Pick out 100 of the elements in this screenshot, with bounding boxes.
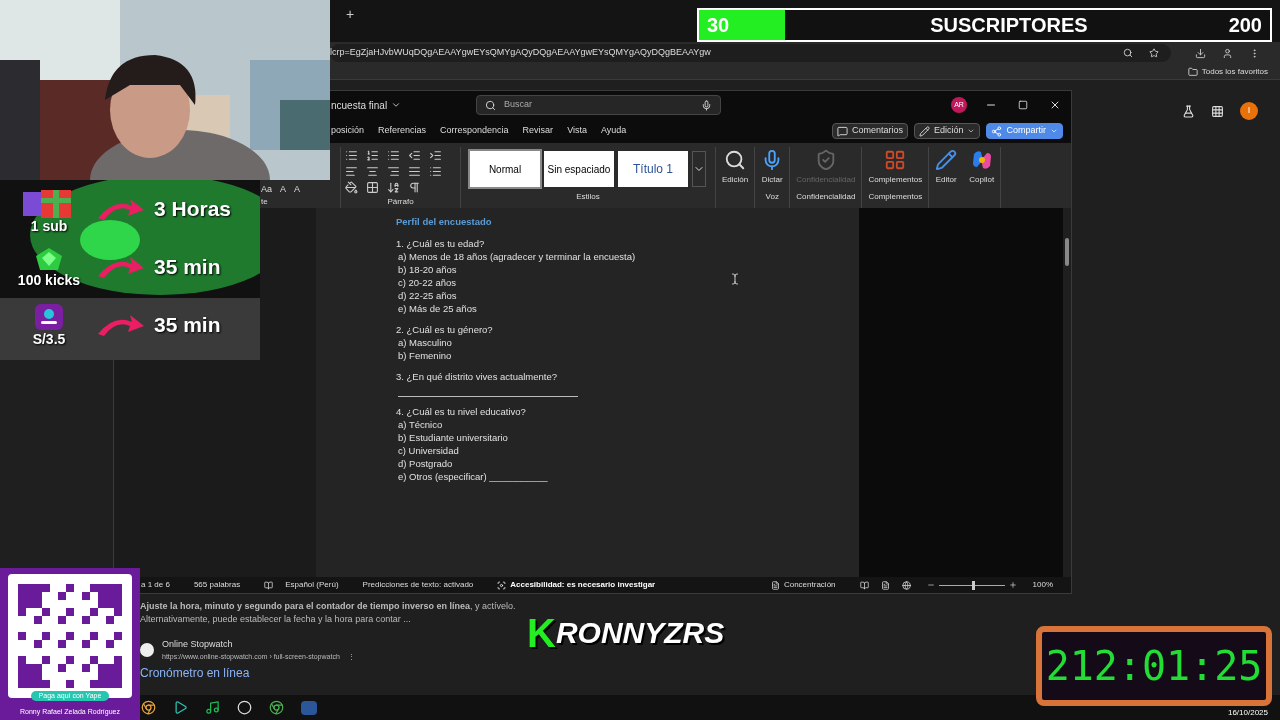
bullets-icon[interactable]: [345, 148, 358, 162]
comment-icon: [836, 125, 848, 137]
ribbon-tab[interactable]: Referencias: [378, 124, 427, 138]
editing-button[interactable]: Edición: [913, 123, 981, 139]
numbering-icon[interactable]: [366, 148, 379, 162]
comments-button[interactable]: Comentarios: [831, 123, 908, 139]
search-icon: [724, 149, 747, 171]
ribbon-button[interactable]: Dictar: [761, 147, 784, 191]
answer-option: c) 20-22 años: [396, 276, 457, 289]
site-name: Online Stopwatch: [162, 638, 234, 651]
outdent-icon[interactable]: [408, 148, 421, 162]
accessibility-status: Accesibilidad: es necesario investigar: [497, 579, 656, 591]
ribbon-tab[interactable]: Vista: [567, 124, 587, 138]
maximize-icon[interactable]: [1018, 100, 1028, 110]
style-option[interactable]: Título 1: [618, 151, 688, 187]
font-size-control[interactable]: Aa: [261, 184, 272, 195]
document-title[interactable]: ncuesta final: [331, 97, 476, 113]
section-heading: Perfil del encuestado: [396, 215, 493, 228]
ribbon-tab[interactable]: Correspondencia: [440, 124, 509, 138]
answer-option: b) Estudiante universitario: [396, 431, 508, 444]
ribbon-button[interactable]: Editor: [935, 147, 958, 191]
shading-icon[interactable]: [345, 181, 358, 195]
answer-option: d) Postgrado: [396, 457, 453, 470]
ribbon-button[interactable]: Edición: [722, 147, 749, 191]
apps-icon[interactable]: [1211, 104, 1224, 118]
read-mode-icon[interactable]: [859, 580, 869, 590]
result-snippet: Ajuste la hora, minuto y segundo para el contador de tiempo inverso en línea, y actívelo.: [140, 600, 516, 613]
zoom-icon[interactable]: [1123, 48, 1133, 58]
pilcrow-icon[interactable]: [408, 181, 421, 195]
line-spacing-icon[interactable]: [429, 165, 442, 178]
search-box[interactable]: Buscar: [476, 95, 721, 115]
question-text: 1. ¿Cuál es tu edad?: [396, 237, 485, 250]
sort-icon[interactable]: [387, 181, 400, 195]
style-option[interactable]: Normal: [470, 151, 540, 187]
focus-button[interactable]: Concentración: [770, 579, 836, 591]
chevron-icon: [1050, 127, 1058, 135]
answer-option: b) Femenino: [396, 349, 452, 362]
ribbon-button[interactable]: Complementos: [868, 147, 923, 191]
music-icon[interactable]: [205, 700, 220, 715]
proofing-icon: [264, 580, 274, 590]
question-text: 3. ¿En qué distrito vives actualmente?: [396, 370, 558, 383]
group-label: Estilos: [576, 191, 600, 203]
qr-code-icon: [18, 584, 122, 688]
browser-icon[interactable]: [269, 700, 284, 715]
zoom-level: 100%: [1032, 579, 1053, 591]
answer-option: a) Masculino: [396, 336, 452, 349]
browser-icon[interactable]: [141, 700, 156, 715]
font-size-control[interactable]: A: [294, 184, 301, 195]
goal-current: 30: [706, 13, 730, 38]
copilot-icon: [970, 149, 993, 171]
print-layout-icon[interactable]: [880, 580, 890, 590]
ribbon-tab[interactable]: Ayuda: [601, 124, 627, 138]
language-status: Español (Perú): [264, 579, 339, 591]
taskbar-date: 16/10/2025: [1227, 706, 1269, 719]
scrollbar-thumb[interactable]: [1065, 238, 1069, 266]
ribbon-tab[interactable]: Revisar: [522, 124, 554, 138]
bookmark-star-icon[interactable]: [1149, 48, 1159, 58]
multilevel-list-icon[interactable]: [387, 148, 400, 162]
web-layout-icon[interactable]: [901, 580, 911, 590]
app-icon[interactable]: [173, 700, 188, 715]
answer-option: e) Más de 25 años: [396, 302, 477, 315]
ribbon-button[interactable]: Copilot: [969, 147, 995, 191]
flask-icon[interactable]: [1182, 104, 1195, 118]
more-styles-icon[interactable]: [692, 151, 706, 187]
timer-text: 212:01:25: [1045, 642, 1263, 691]
reward-trigger: 100 kicks: [17, 272, 81, 288]
justify-icon[interactable]: [408, 165, 421, 178]
ribbon-tab[interactable]: posición: [331, 124, 365, 138]
profile-icon[interactable]: [1222, 47, 1233, 59]
result-link[interactable]: Cronómetro en línea: [140, 664, 516, 682]
bookmark-folder[interactable]: Todos los favoritos: [1187, 65, 1268, 78]
question-text: 4. ¿Cuál es tu nivel educativo?: [396, 405, 526, 418]
style-option[interactable]: Sin espaciado: [544, 151, 614, 187]
zoom-slider-thumb[interactable]: [971, 580, 975, 590]
answer-option: e) Otros (especificar) ___________: [396, 470, 548, 483]
close-icon[interactable]: [1049, 99, 1061, 111]
align-right-icon[interactable]: [387, 165, 400, 178]
share-icon: [991, 125, 1003, 137]
indent-icon[interactable]: [429, 148, 442, 162]
reward-time: 35 min: [154, 254, 221, 281]
align-center-icon[interactable]: [366, 165, 379, 178]
word-count: 565 palabras: [193, 579, 241, 591]
recorder-icon[interactable]: [237, 700, 252, 715]
group-label: Complementos: [868, 191, 923, 203]
search-field[interactable]: Buscar: [504, 98, 693, 112]
download-icon[interactable]: [1195, 47, 1206, 59]
folder-icon: [1187, 66, 1198, 77]
zoom-out-icon[interactable]: [926, 581, 935, 589]
reward-trigger: S/3.5: [32, 331, 66, 347]
pencil-icon: [918, 125, 930, 137]
font-size-control[interactable]: A: [280, 184, 287, 195]
borders-icon[interactable]: [366, 181, 379, 195]
zoom-in-icon[interactable]: [1008, 581, 1017, 589]
word-app-icon[interactable]: [301, 700, 317, 715]
address-bar[interactable]: lcrp=EgZjaHJvbWUqDQgAEAAYgwEYsQMYgAQyDQgAEAAYgwEYsQMYgAQyDQgBEAAYgw: [330, 44, 1171, 62]
chevron-icon: [391, 100, 402, 110]
logo-initial: K: [527, 610, 556, 655]
new-tab-button[interactable]: +: [346, 3, 355, 25]
align-left-icon[interactable]: [345, 165, 358, 178]
url-text: lcrp=EgZjaHJvbWUqDQgAEAAYgwEYsQMYgAQyDQgAEAAYgwEYsQMYgAQyDQgBEAAYgw: [330, 46, 711, 60]
